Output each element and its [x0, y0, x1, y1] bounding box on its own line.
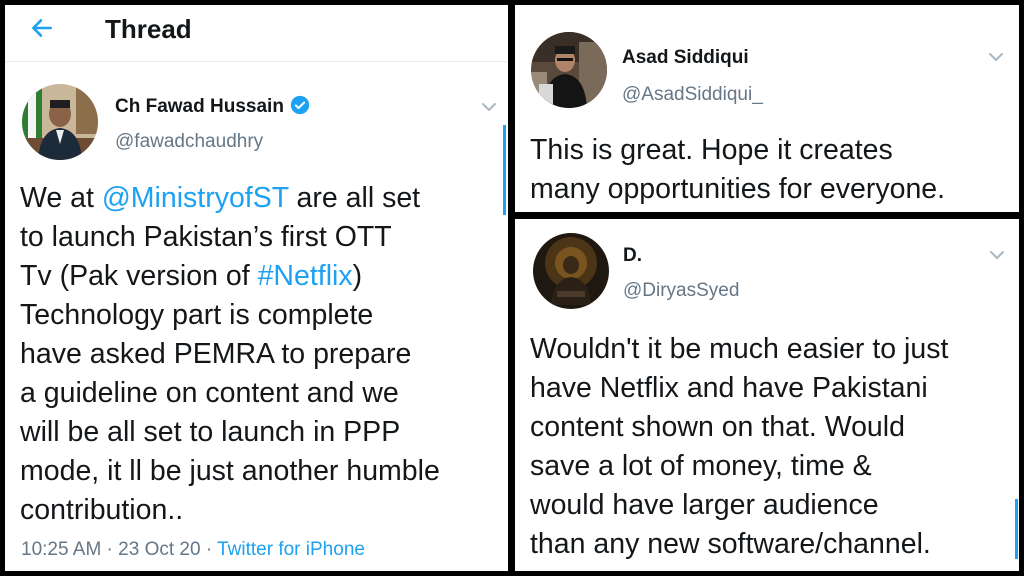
author-name[interactable]: Ch Fawad Hussain	[115, 95, 310, 118]
tweet-text-segment: are all set	[288, 182, 421, 214]
avatar[interactable]	[533, 233, 609, 309]
tweet-line: We at @MinistryofST are all set	[20, 179, 440, 218]
chevron-down-icon[interactable]	[987, 245, 1007, 265]
avatar[interactable]	[22, 84, 98, 160]
chevron-down-icon[interactable]	[986, 47, 1006, 67]
tweet-text-segment: )	[352, 260, 363, 292]
reply-panel-d: D. @DiryasSyed Wouldn't it be much easie…	[515, 219, 1019, 571]
author-name-text[interactable]: Ch Fawad Hussain	[115, 96, 284, 117]
author-handle[interactable]: @fawadchaudhry	[115, 131, 263, 153]
author-name[interactable]: Asad Siddiqui	[622, 47, 749, 69]
meta-separator: ·	[101, 539, 119, 560]
reply-panel-asad: Asad Siddiqui @AsadSiddiqui_ This is gre…	[515, 5, 1019, 212]
tweet-line: Tv (Pak version of #Netflix)	[20, 257, 440, 296]
tweet-date[interactable]: 23 Oct 20	[118, 539, 200, 560]
tweet-line: Wouldn't it be much easier to just	[530, 333, 949, 365]
tweet-line: a guideline on content and we	[20, 377, 399, 409]
author-name[interactable]: D.	[623, 245, 642, 267]
tweet-text: Wouldn't it be much easier to just have …	[530, 330, 948, 564]
tweet-line: content shown on that. Would	[530, 411, 905, 443]
tweet-time[interactable]: 10:25 AM	[21, 539, 101, 560]
arrow-left-icon[interactable]	[29, 15, 55, 41]
thread-title: Thread	[105, 14, 192, 44]
tweet-line: This is great. Hope it creates	[530, 134, 893, 166]
tweet-line: have asked PEMRA to prepare	[20, 338, 412, 370]
verified-badge-icon	[290, 95, 310, 115]
tweet-text-segment: We at	[20, 182, 102, 214]
tweet-text-segment: Tv (Pak version of	[20, 260, 258, 292]
hashtag-link[interactable]: #Netflix	[258, 260, 353, 292]
tweet-line: many opportunities for everyone.	[530, 173, 946, 205]
tweet-line: would have larger audience	[530, 489, 879, 521]
tweet-line: than any new software/channel.	[530, 528, 931, 560]
tweet-line: contribution..	[20, 494, 184, 526]
author-handle[interactable]: @AsadSiddiqui_	[622, 84, 763, 106]
tweet-line: have Netflix and have Pakistani	[530, 372, 928, 404]
tweet-line: mode, it ll be just another humble	[20, 455, 440, 487]
tweet-meta: 10:25 AM · 23 Oct 20 · Twitter for iPhon…	[21, 539, 365, 561]
tweet-source-link[interactable]: Twitter for iPhone	[217, 539, 365, 560]
author-handle[interactable]: @DiryasSyed	[623, 280, 739, 302]
tweet-line: to launch Pakistan’s first OTT	[20, 221, 392, 253]
scrollbar[interactable]	[1015, 499, 1018, 559]
tweet-line: save a lot of money, time &	[530, 450, 872, 482]
mention-link[interactable]: @MinistryofST	[102, 182, 289, 214]
tweet-text: We at @MinistryofST are all set to launc…	[20, 179, 440, 530]
tweet-line: Technology part is complete	[20, 299, 374, 331]
meta-separator: ·	[200, 539, 218, 560]
tweet-text: This is great. Hope it creates many oppo…	[530, 131, 945, 209]
thread-header: Thread	[5, 5, 508, 53]
avatar[interactable]	[531, 32, 607, 108]
main-tweet-panel: Thread Ch Fawad Hussain @fawadchaudhry W…	[5, 5, 508, 571]
scrollbar[interactable]	[503, 125, 506, 215]
tweet-line: will be all set to launch in PPP	[20, 416, 401, 448]
chevron-down-icon[interactable]	[479, 97, 499, 117]
header-divider	[5, 61, 508, 62]
